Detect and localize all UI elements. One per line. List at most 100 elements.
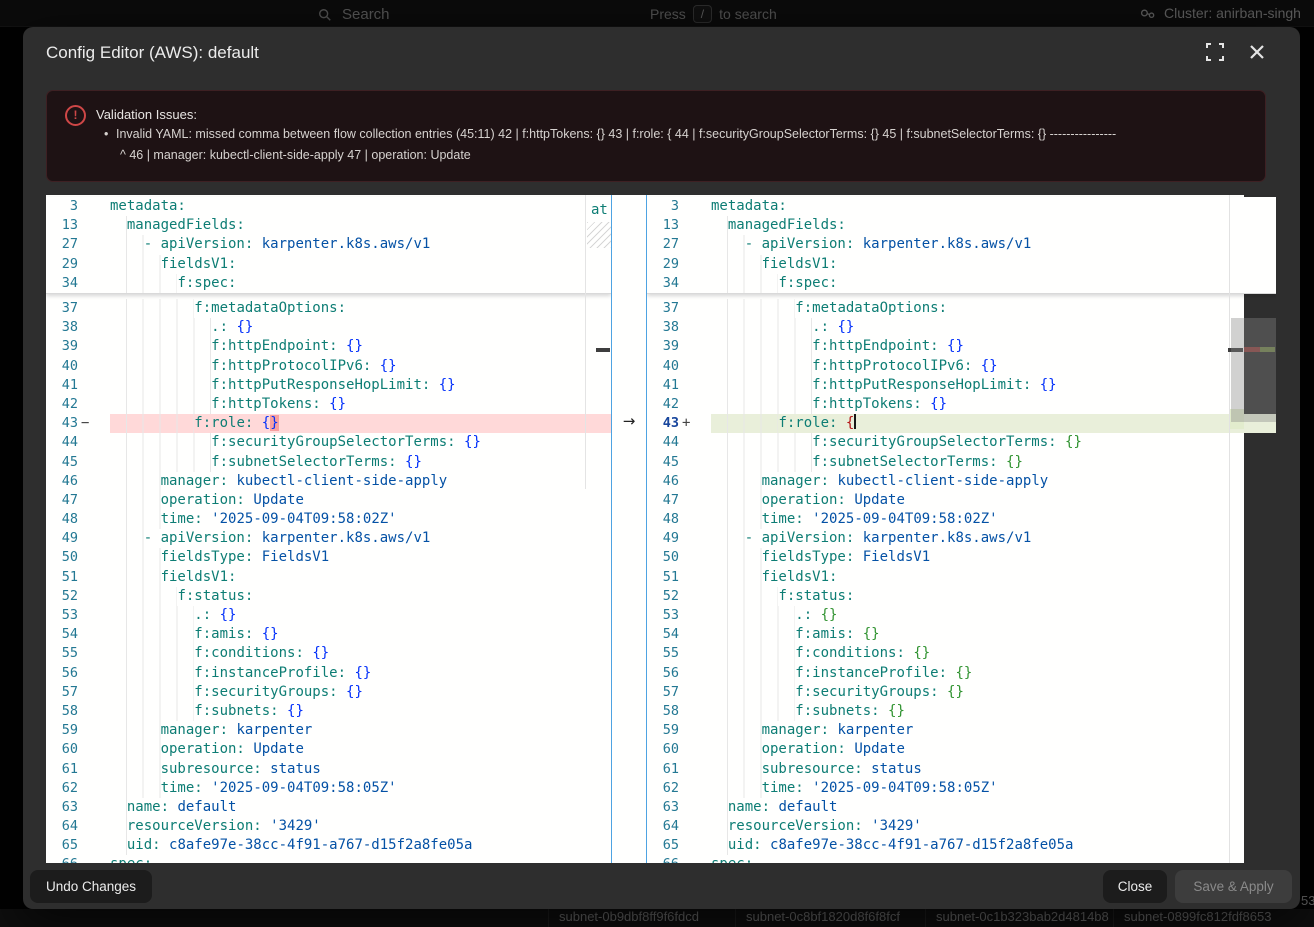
close-button[interactable]: Close (1103, 870, 1167, 903)
diff-original-pane[interactable]: 37f:metadataOptions:38.: {}39f:httpEndpo… (46, 195, 611, 863)
code-text: operation: Update (711, 491, 1276, 510)
diff-sign (679, 625, 711, 644)
token: name: (127, 799, 169, 815)
token: operation: (762, 492, 846, 508)
token (804, 511, 812, 527)
fullscreen-button[interactable] (1206, 43, 1228, 65)
token (211, 607, 219, 623)
token (203, 511, 211, 527)
line-number: 61 (46, 760, 78, 779)
token (456, 434, 464, 450)
diff-sign (78, 721, 110, 740)
line-number: 29 (46, 255, 78, 274)
dialog-title: Config Editor (AWS): default (46, 43, 259, 63)
token (854, 530, 862, 546)
line-number: 52 (46, 587, 78, 606)
token (262, 818, 270, 834)
code-line: 38.: {} (46, 318, 611, 337)
line-number: 50 (647, 548, 679, 567)
code-text: time: '2025-09-04T09:58:02Z' (711, 510, 1276, 529)
token: status (270, 761, 321, 777)
diff-sign (679, 216, 711, 235)
scrollbar-slider[interactable] (1231, 318, 1276, 422)
original-code-body: 37f:metadataOptions:38.: {}39f:httpEndpo… (46, 299, 611, 863)
token (161, 837, 169, 853)
code-text: f:httpEndpoint: {} (110, 337, 611, 356)
line-number: 53 (46, 606, 78, 625)
code-text: subresource: status (711, 760, 1276, 779)
token: {} (262, 626, 279, 642)
code-line: 50fieldsType: FieldsV1 (46, 548, 611, 567)
indent-guides (110, 376, 211, 395)
token: {} (312, 645, 329, 661)
code-line: 51fieldsV1: (46, 568, 611, 587)
diff-sign (78, 798, 110, 817)
token: .: (194, 607, 211, 623)
undo-changes-button[interactable]: Undo Changes (30, 870, 152, 903)
code-text: f:spec: (110, 274, 611, 293)
code-text: resourceVersion: '3429' (110, 817, 611, 836)
token: f:role: (778, 415, 837, 431)
token: karpenter.k8s.aws/v1 (262, 530, 431, 546)
token: {} (346, 338, 363, 354)
line-number: 58 (46, 702, 78, 721)
diff-sign (78, 299, 110, 318)
diff-sign (78, 235, 110, 254)
token: f:httpTokens: (211, 396, 321, 412)
token: f:httpPutResponseHopLimit: (812, 377, 1031, 393)
code-line: 56f:instanceProfile: {} (46, 664, 611, 683)
copy-change-arrow-button[interactable]: → (619, 411, 639, 431)
line-number: 3 (647, 197, 679, 216)
token: {} (380, 358, 397, 374)
diff-sign (78, 255, 110, 274)
code-text: metadata: (110, 197, 611, 216)
token: {} (913, 645, 930, 661)
indent-guides (711, 337, 812, 356)
line-number: 47 (46, 491, 78, 510)
indent-guides (110, 433, 211, 452)
line-number: 54 (46, 625, 78, 644)
line-number: 56 (46, 664, 78, 683)
code-text: f:httpProtocolIPv6: {} (711, 357, 1276, 376)
token: karpenter.k8s.aws/v1 (863, 530, 1032, 546)
code-text: subresource: status (110, 760, 611, 779)
token: subresource: (161, 761, 262, 777)
indent-guides (110, 644, 194, 663)
code-line: 48time: '2025-09-04T09:58:02Z' (46, 510, 611, 529)
token (922, 396, 930, 412)
token: Update (854, 741, 905, 757)
close-icon-button[interactable] (1246, 43, 1268, 65)
token: {} (955, 665, 972, 681)
indent-guides (110, 337, 211, 356)
indent-guides (711, 472, 762, 491)
code-text: f:httpPutResponseHopLimit: {} (711, 376, 1276, 395)
code-line: 47operation: Update (647, 491, 1276, 510)
diff-splitter-sash[interactable] (611, 195, 647, 863)
save-apply-button[interactable]: Save & Apply (1175, 870, 1292, 903)
code-text: f:amis: {} (711, 625, 1276, 644)
code-line: 37f:metadataOptions: (647, 299, 1276, 318)
token: Update (253, 741, 304, 757)
diff-sign (78, 606, 110, 625)
validation-message-line1: Invalid YAML: missed comma between flow … (116, 127, 1256, 141)
token: - (745, 530, 762, 546)
token: f:httpProtocolIPv6: (812, 358, 972, 374)
diff-sign (679, 395, 711, 414)
code-line: 64resourceVersion: '3429' (46, 817, 611, 836)
indent-guides (110, 357, 211, 376)
code-line: 62time: '2025-09-04T09:58:05Z' (647, 779, 1276, 798)
left-ruler-separator (585, 195, 586, 489)
code-line: 62time: '2025-09-04T09:58:05Z' (46, 779, 611, 798)
line-number: 42 (46, 395, 78, 414)
diff-modified-pane[interactable]: 37f:metadataOptions:38.: {}39f:httpEndpo… (647, 195, 1276, 863)
code-text: managedFields: (110, 216, 611, 235)
diff-sign (78, 855, 110, 863)
code-line: 58f:subnets: {} (46, 702, 611, 721)
indent-guides (110, 568, 161, 587)
diff-sign (679, 760, 711, 779)
diff-sign (78, 587, 110, 606)
token (880, 703, 888, 719)
yaml-diff-editor[interactable]: 37f:metadataOptions:38.: {}39f:httpEndpo… (46, 195, 1276, 863)
code-line: 41f:httpPutResponseHopLimit: {} (46, 376, 611, 395)
code-line: 3metadata: (647, 197, 1276, 216)
